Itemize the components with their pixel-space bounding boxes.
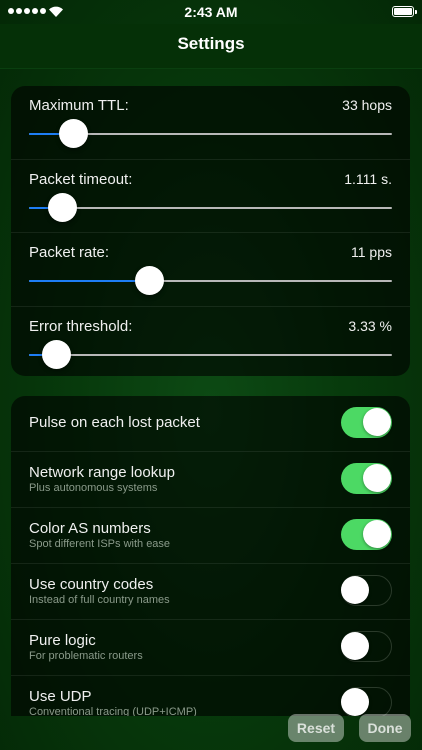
bottom-toolbar: Reset Done xyxy=(0,710,422,750)
toggle-subtitle: Instead of full country names xyxy=(29,594,170,606)
packet-timeout-slider[interactable] xyxy=(29,192,392,222)
slider-label: Packet timeout: xyxy=(29,170,133,188)
page-title: Settings xyxy=(177,34,245,53)
slider-label: Packet rate: xyxy=(29,244,110,261)
slider-value: 11 pps xyxy=(351,244,392,260)
slider-row-packet-timeout: Packet timeout: 1.111 s. xyxy=(11,160,410,233)
switch-knob xyxy=(363,520,391,548)
toggle-label: Pulse on each lost packet xyxy=(29,414,200,431)
done-button[interactable]: Done xyxy=(359,714,411,742)
slider-value: 3.33 % xyxy=(348,317,392,334)
toggle-label: Network range lookup xyxy=(29,464,175,481)
slider-row-packet-rate: Packet rate: 11 pps xyxy=(11,233,410,307)
slider-value: 33 hops xyxy=(342,97,392,113)
switch-knob xyxy=(363,408,391,436)
slider-thumb[interactable] xyxy=(134,266,164,295)
slider-thumb[interactable] xyxy=(47,192,77,222)
country-codes-switch[interactable] xyxy=(341,575,392,606)
slider-thumb[interactable] xyxy=(58,119,88,148)
slider-value: 1.111 s. xyxy=(344,170,392,187)
toggle-subtitle: For problematic routers xyxy=(29,650,143,662)
toggle-settings-group: Pulse on each lost packet Network range … xyxy=(11,396,410,716)
status-time: 2:43 AM xyxy=(184,4,238,20)
slider-row-max-ttl: Maximum TTL: 33 hops xyxy=(11,86,410,160)
toggle-row-color-as: Color AS numbers Spot different ISPs wit… xyxy=(11,508,410,564)
toggle-subtitle: Plus autonomous systems xyxy=(29,482,158,494)
switch-knob xyxy=(363,464,391,492)
pure-logic-switch[interactable] xyxy=(341,631,392,662)
color-as-numbers-switch[interactable] xyxy=(341,519,392,550)
toggle-row-pulse-lost-packet: Pulse on each lost packet xyxy=(11,396,410,452)
toggle-subtitle: Spot different ISPs with ease xyxy=(29,538,171,550)
slider-thumb[interactable] xyxy=(42,339,72,369)
error-threshold-slider[interactable] xyxy=(29,339,392,369)
navigation-bar: Settings xyxy=(0,24,422,69)
battery-icon xyxy=(392,6,417,17)
toggle-label: Use country codes xyxy=(29,576,154,593)
switch-knob xyxy=(341,576,369,604)
toggle-label: Pure logic xyxy=(29,632,96,649)
status-bar: 2:43 AM xyxy=(0,0,422,24)
network-range-lookup-switch[interactable] xyxy=(341,463,392,494)
packet-rate-slider[interactable] xyxy=(29,266,392,295)
slider-row-error-threshold: Error threshold: 3.33 % xyxy=(11,307,410,377)
toggle-row-pure-logic: Pure logic For problematic routers xyxy=(11,620,410,676)
slider-label: Maximum TTL: xyxy=(29,97,129,114)
max-ttl-slider[interactable] xyxy=(29,119,392,148)
slider-fill xyxy=(29,280,149,282)
reset-button[interactable]: Reset xyxy=(288,714,344,742)
toggle-label: Use UDP xyxy=(29,688,92,705)
slider-label: Error threshold: xyxy=(29,317,133,335)
toggle-row-network-range: Network range lookup Plus autonomous sys… xyxy=(11,452,410,508)
slider-settings-group: Maximum TTL: 33 hops Packet timeout: 1.1… xyxy=(11,86,410,376)
toggle-row-country-codes: Use country codes Instead of full countr… xyxy=(11,564,410,620)
pulse-lost-packet-switch[interactable] xyxy=(341,407,392,438)
toggle-label: Color AS numbers xyxy=(29,520,151,537)
switch-knob xyxy=(341,632,369,660)
